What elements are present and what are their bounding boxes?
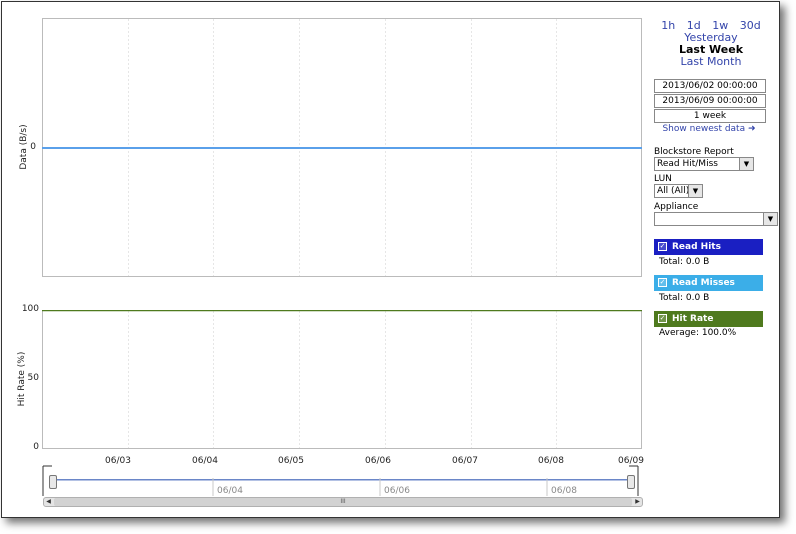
report-window: Data (B/s) 0 Hit Rate (%) 100 50 0 06/03… xyxy=(1,1,780,518)
hit-rate-average: Average: 100.0% xyxy=(659,328,737,338)
timeline-label-0604: 06/04 xyxy=(217,486,243,496)
time-range-selector: 1h 1d 1w 30d Yesterday Last Week Last Mo… xyxy=(652,19,770,68)
show-newest-data-link[interactable]: Show newest data ➜ xyxy=(654,124,764,134)
chevron-down-icon[interactable]: ▼ xyxy=(688,185,702,197)
top-chart-ytick-0: 0 xyxy=(30,142,36,152)
checkbox-checked-icon[interactable]: ✓ xyxy=(658,278,667,287)
read-hits-total: Total: 0.0 B xyxy=(659,257,710,267)
bottom-chart-ytick-100: 100 xyxy=(21,304,39,314)
timeline-scrollbar[interactable]: ◀ III ▶ xyxy=(43,497,643,507)
read-misses-total: Total: 0.0 B xyxy=(659,293,710,303)
duration-field[interactable]: 1 week xyxy=(654,109,766,123)
checkbox-checked-icon[interactable]: ✓ xyxy=(658,242,667,251)
range-30d[interactable]: 30d xyxy=(740,19,761,32)
appliance-label: Appliance xyxy=(654,202,699,212)
bottom-chart-ytick-0: 0 xyxy=(33,442,39,452)
bottom-chart[interactable] xyxy=(42,310,642,449)
chevron-down-icon[interactable]: ▼ xyxy=(739,158,753,170)
legend-read-hits-toggle[interactable]: ✓ Read Hits xyxy=(654,239,763,255)
blockstore-report-value: Read Hit/Miss xyxy=(657,159,718,169)
blockstore-report-select[interactable]: Read Hit/Miss ▼ xyxy=(654,157,754,171)
legend-read-misses-toggle[interactable]: ✓ Read Misses xyxy=(654,275,763,291)
timeline-left-handle[interactable] xyxy=(49,475,57,489)
lun-label: LUN xyxy=(654,174,672,184)
end-time-field[interactable]: 2013/06/09 00:00:00 xyxy=(654,94,766,108)
timeline-right-handle[interactable] xyxy=(627,475,635,489)
blockstore-report-label: Blockstore Report xyxy=(654,147,734,157)
scroll-left-arrow-icon[interactable]: ◀ xyxy=(44,498,53,506)
checkbox-checked-icon[interactable]: ✓ xyxy=(658,314,667,323)
timeline-label-0608: 06/08 xyxy=(551,486,577,496)
legend-hit-rate-toggle[interactable]: ✓ Hit Rate xyxy=(654,311,763,327)
range-last-month[interactable]: Last Month xyxy=(652,56,770,68)
lun-select[interactable]: All (All) ▼ xyxy=(654,184,703,198)
chevron-down-icon[interactable]: ▼ xyxy=(763,213,777,225)
legend-hit-rate-label: Hit Rate xyxy=(672,314,714,324)
appliance-select[interactable]: ▼ xyxy=(654,212,778,226)
lun-value: All (All) xyxy=(657,186,690,196)
start-time-field[interactable]: 2013/06/02 00:00:00 xyxy=(654,79,766,93)
scroll-right-arrow-icon[interactable]: ▶ xyxy=(633,498,642,506)
timeline-navigator[interactable]: 06/04 06/06 06/08 ◀ III ▶ xyxy=(42,464,643,510)
bottom-chart-plot-area xyxy=(42,310,642,449)
bottom-chart-ytick-50: 50 xyxy=(27,373,39,383)
legend-read-hits-label: Read Hits xyxy=(672,242,721,252)
scroll-thumb[interactable]: III xyxy=(54,498,632,506)
legend-read-misses-label: Read Misses xyxy=(672,278,735,288)
timeline-label-0606: 06/06 xyxy=(384,486,410,496)
top-chart[interactable] xyxy=(42,18,642,277)
range-1h[interactable]: 1h xyxy=(661,19,675,32)
